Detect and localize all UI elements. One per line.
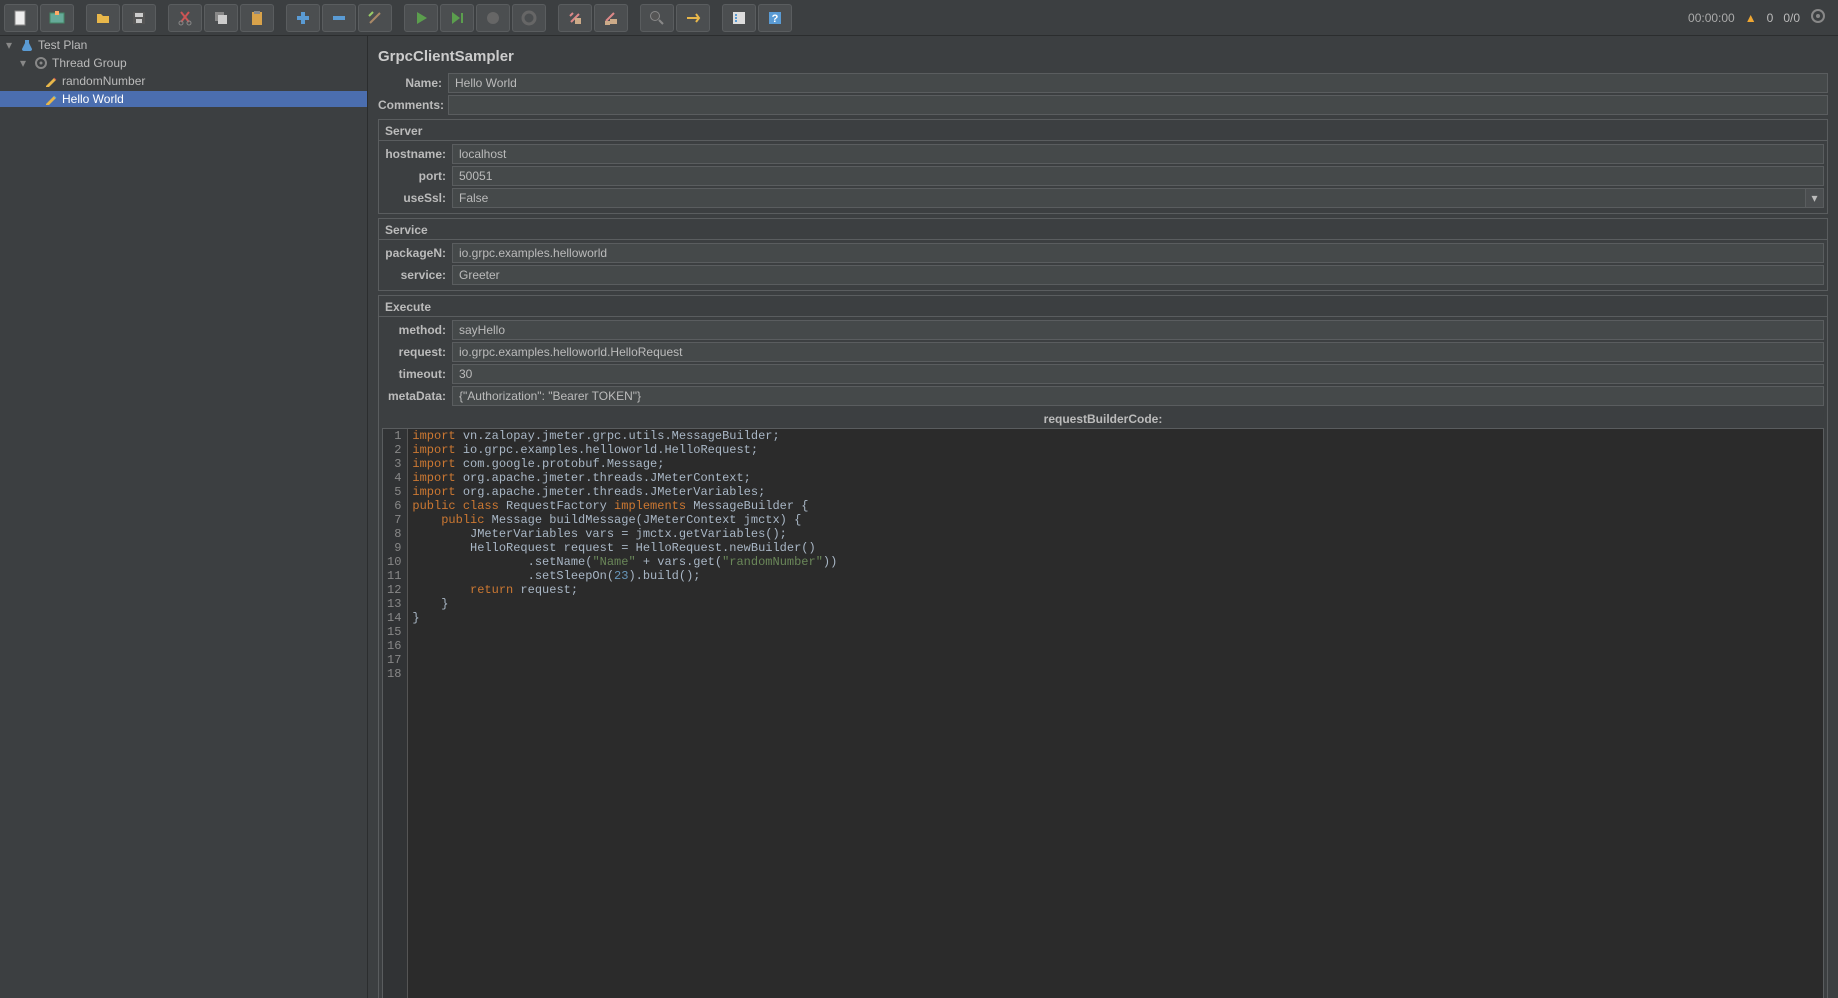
new-button[interactable] — [4, 4, 38, 32]
name-input[interactable] — [448, 73, 1828, 93]
shutdown-button[interactable] — [512, 4, 546, 32]
warning-icon: ▲ — [1745, 11, 1757, 25]
reset-search-button[interactable] — [676, 4, 710, 32]
port-input[interactable] — [452, 166, 1824, 186]
timeout-label: timeout: — [382, 367, 452, 381]
packagen-label: packageN: — [382, 246, 452, 260]
request-input[interactable] — [452, 342, 1824, 362]
expand-button[interactable] — [286, 4, 320, 32]
paste-button[interactable] — [240, 4, 274, 32]
code-editor[interactable]: 1 2 3 4 5 6 7 8 9 10 11 12 13 14 15 16 1… — [382, 428, 1824, 998]
code-title: requestBuilderCode: — [382, 408, 1824, 428]
function-helper-button[interactable] — [722, 4, 756, 32]
usessl-select[interactable] — [452, 188, 1806, 208]
warning-count: 0 — [1767, 11, 1774, 25]
tree-hello-world[interactable]: Hello World — [0, 91, 367, 107]
hostname-input[interactable] — [452, 144, 1824, 164]
run-button[interactable] — [404, 4, 438, 32]
tree-test-plan[interactable]: ▾ Test Plan — [0, 37, 367, 53]
tree-random-number[interactable]: randomNumber — [0, 73, 367, 89]
clear-button[interactable] — [558, 4, 592, 32]
copy-button[interactable] — [204, 4, 238, 32]
pencil-icon — [44, 92, 58, 106]
timer-display: 00:00:00 — [1688, 11, 1735, 25]
main-toolbar: ? 00:00:00 ▲ 0 0/0 — [0, 0, 1838, 36]
server-section: Server — [378, 119, 1828, 140]
service-section: Service — [378, 218, 1828, 239]
chevron-down-icon[interactable]: ▾ — [1806, 188, 1824, 208]
clear-all-button[interactable] — [594, 4, 628, 32]
cut-button[interactable] — [168, 4, 202, 32]
pencil-icon — [44, 74, 58, 88]
status-area: 00:00:00 ▲ 0 0/0 — [1688, 8, 1834, 27]
panel-title: GrpcClientSampler — [378, 44, 1828, 73]
tree-thread-group[interactable]: ▾ Thread Group — [0, 55, 367, 71]
service-label: service: — [382, 268, 452, 282]
timeout-input[interactable] — [452, 364, 1824, 384]
name-label: Name: — [378, 76, 448, 90]
run-notimer-button[interactable] — [440, 4, 474, 32]
expand-icon[interactable]: ▾ — [6, 38, 16, 52]
threads-icon — [1810, 8, 1826, 27]
expand-icon[interactable]: ▾ — [20, 56, 30, 70]
gear-icon — [34, 56, 48, 70]
port-label: port: — [382, 169, 452, 183]
method-input[interactable] — [452, 320, 1824, 340]
stop-button[interactable] — [476, 4, 510, 32]
line-gutter: 1 2 3 4 5 6 7 8 9 10 11 12 13 14 15 16 1… — [383, 429, 408, 998]
service-input[interactable] — [452, 265, 1824, 285]
metadata-input[interactable] — [452, 386, 1824, 406]
request-label: request: — [382, 345, 452, 359]
hostname-label: hostname: — [382, 147, 452, 161]
help-button[interactable]: ? — [758, 4, 792, 32]
code-body[interactable]: import vn.zalopay.jmeter.grpc.utils.Mess… — [408, 429, 1823, 998]
collapse-button[interactable] — [322, 4, 356, 32]
svg-text:?: ? — [772, 13, 779, 25]
execute-section: Execute — [378, 295, 1828, 316]
test-plan-tree[interactable]: ▾ Test Plan ▾ Thread Group randomNumber … — [0, 36, 368, 998]
packagen-input[interactable] — [452, 243, 1824, 263]
content-panel: GrpcClientSampler Name: Comments: Server… — [368, 36, 1838, 998]
method-label: method: — [382, 323, 452, 337]
active-threads: 0/0 — [1783, 11, 1800, 25]
metadata-label: metaData: — [382, 389, 452, 403]
open-button[interactable] — [86, 4, 120, 32]
toggle-button[interactable] — [358, 4, 392, 32]
comments-input[interactable] — [448, 95, 1828, 115]
usessl-label: useSsl: — [382, 191, 452, 205]
templates-button[interactable] — [40, 4, 74, 32]
comments-label: Comments: — [378, 98, 448, 112]
flask-icon — [20, 38, 34, 52]
save-button[interactable] — [122, 4, 156, 32]
search-button[interactable] — [640, 4, 674, 32]
